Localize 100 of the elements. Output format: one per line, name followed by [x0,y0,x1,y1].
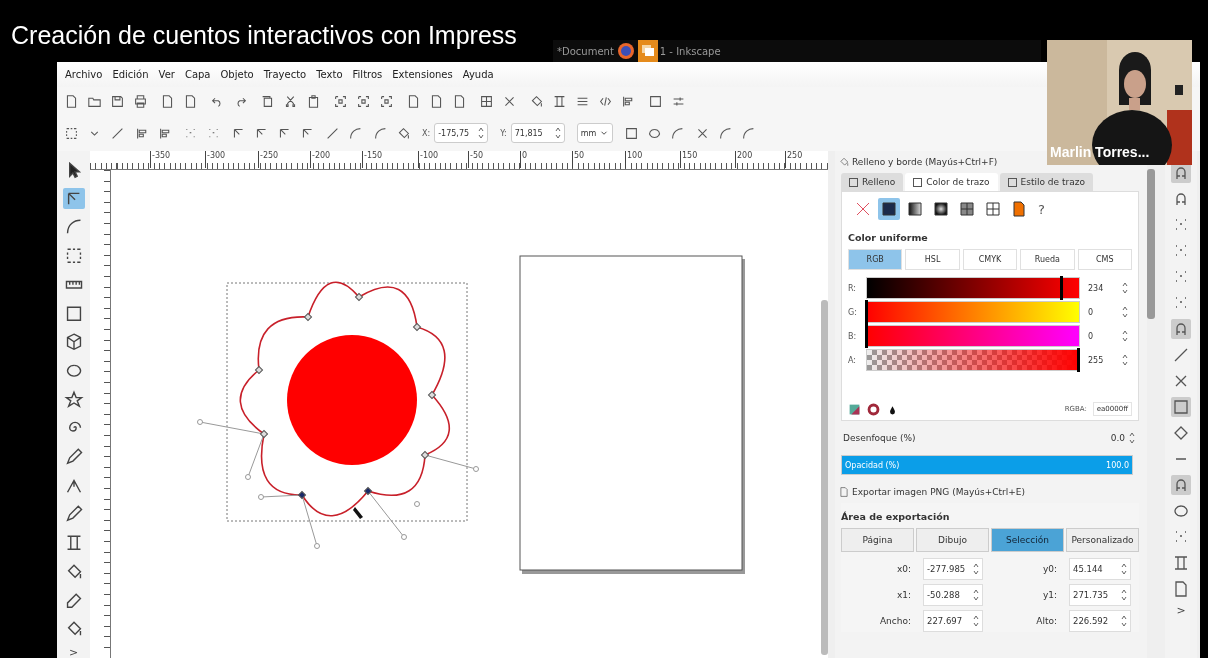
channel-value[interactable]: 255 [1088,353,1128,367]
menu-item[interactable]: Capa [184,69,211,80]
grid-icon[interactable] [480,94,493,108]
zoom-frame-icon[interactable] [357,94,370,108]
copy-icon[interactable] [261,94,274,108]
spin-arrows-icon[interactable] [1121,614,1127,628]
window-title[interactable]: 1 - Inkscape [659,45,721,57]
color-mode-tab[interactable]: Rueda [1020,249,1075,270]
cut-icon[interactable] [284,94,297,108]
document-icon[interactable] [65,94,78,108]
document-icon[interactable] [161,94,174,108]
ring-icon[interactable] [867,402,880,416]
unit-dropdown[interactable]: mm [576,123,614,143]
menu-item[interactable]: Trayecto [263,69,307,80]
menu-item[interactable]: Ver [158,69,175,80]
node-tool-icon[interactable] [278,126,291,140]
curve-icon[interactable] [671,126,685,140]
coordinate-field[interactable]: 271.735 [1069,584,1131,606]
dots-icon[interactable] [207,126,220,140]
export-area-button[interactable]: Dibujo [916,528,989,552]
color-slider[interactable] [866,349,1080,371]
frame-icon[interactable] [553,94,566,108]
spin-arrows-icon[interactable] [1122,329,1128,343]
document-icon[interactable] [184,94,197,108]
node-handles[interactable] [197,419,479,549]
y-field[interactable]: 71,815 [510,123,565,143]
slider-thumb[interactable] [1077,348,1080,372]
magnet-icon[interactable] [1171,475,1191,495]
menu-item[interactable]: Ayuda [462,69,494,80]
curve-icon[interactable] [742,126,756,140]
help-icon[interactable]: ? [1038,201,1045,217]
align-icon[interactable] [622,94,635,108]
slider-thumb[interactable] [865,300,868,324]
magnet-icon[interactable] [1171,319,1191,339]
coordinate-field[interactable]: -277.985 [923,558,983,580]
color-mode-tab[interactable]: CMS [1077,249,1133,270]
menu-item[interactable]: Extensiones [392,69,453,80]
scrollbar[interactable] [1147,169,1155,319]
color-slider[interactable] [866,277,1080,299]
curve-icon[interactable] [374,126,387,140]
menu-item[interactable]: Edición [112,69,149,80]
color-slider[interactable] [866,301,1080,323]
spin-arrows-icon[interactable] [973,562,979,576]
path-nodes[interactable] [254,292,437,500]
curve-icon[interactable] [349,126,362,140]
dots-icon[interactable] [184,126,197,140]
x-field[interactable]: -175,75 [434,123,489,143]
channel-value[interactable]: 0 [1088,305,1128,319]
dashed-frame-icon[interactable] [65,126,78,140]
circle-shape[interactable] [287,335,417,465]
channel-value[interactable]: 0 [1088,329,1128,343]
square-icon[interactable] [878,198,900,220]
coordinate-field[interactable]: 45.144 [1069,558,1131,580]
color-slider[interactable] [866,325,1080,347]
coordinate-field[interactable]: -50.288 [923,584,983,606]
clipboard-icon[interactable] [307,94,320,108]
spin-arrows-icon[interactable] [1122,281,1128,295]
magnet-icon[interactable] [1171,163,1191,183]
tab[interactable]: Relleno [841,173,904,191]
bucket-icon[interactable] [530,94,543,108]
tab[interactable]: Color de trazo [905,173,998,191]
tab[interactable]: Estilo de trazo [999,173,1093,191]
export-area-button[interactable]: Personalizado [1066,528,1139,552]
node-tool-icon[interactable] [301,126,314,140]
print-icon[interactable] [134,94,147,108]
window-title[interactable]: *Document [557,45,614,57]
color-mode-tab[interactable]: RGB [848,249,903,270]
sliders-icon[interactable] [672,94,685,108]
spin-arrows-icon[interactable] [973,588,979,602]
menu-item[interactable]: Archivo [65,69,103,80]
spin-arrows-icon[interactable] [1129,431,1135,445]
window-stack-icon[interactable] [637,40,658,62]
menu-item[interactable]: Texto [316,69,343,80]
coordinate-field[interactable]: 226.592 [1069,610,1131,632]
blur-value[interactable]: 0.0 [1110,433,1125,443]
node-tool-icon[interactable] [255,126,268,140]
zoom-frame-icon[interactable] [380,94,393,108]
spin-arrows-icon[interactable] [973,614,979,628]
line-icon[interactable] [326,126,339,140]
zoom-frame-icon[interactable] [334,94,347,108]
bucket-icon[interactable] [397,126,410,140]
slider-thumb[interactable] [1059,276,1063,300]
coordinate-field[interactable]: 227.697 [923,610,983,632]
spin-arrows-icon[interactable] [1122,353,1128,367]
square-icon[interactable] [649,94,662,108]
document-icon[interactable] [430,94,443,108]
save-icon[interactable] [111,94,124,108]
spin-arrows-icon[interactable] [554,126,561,140]
spin-arrows-icon[interactable] [1121,562,1127,576]
cross-icon[interactable] [503,94,516,108]
code-icon[interactable] [599,94,612,108]
align-icon[interactable] [159,126,172,140]
node-tool-icon[interactable] [62,187,85,210]
export-area-button[interactable]: Selección [991,528,1064,552]
menu-item[interactable]: Filtros [352,69,383,80]
export-area-button[interactable]: Página [841,528,914,552]
curve-icon[interactable] [719,126,733,140]
channel-value[interactable]: 234 [1088,281,1128,295]
spin-arrows-icon[interactable] [1122,305,1128,319]
more-snap-options[interactable]: > [1176,605,1186,616]
